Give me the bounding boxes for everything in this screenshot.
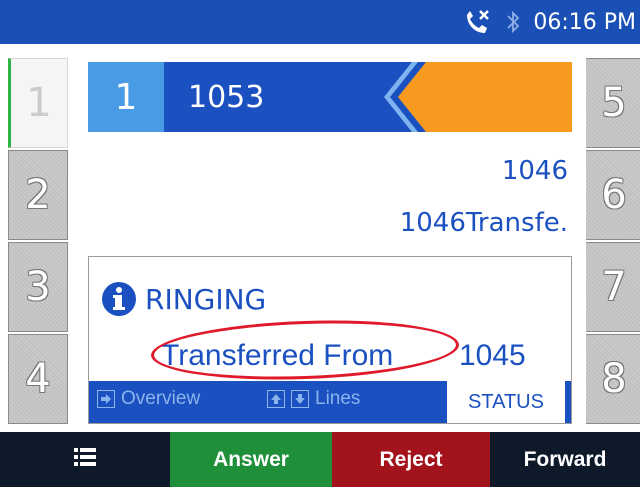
line-number: 1	[88, 62, 164, 132]
caller-number: 1046	[501, 156, 568, 186]
nav-strip: Overview Lines STATUS	[89, 381, 571, 423]
answer-button[interactable]: Answer	[170, 432, 332, 487]
arrow-right-icon	[97, 390, 115, 408]
line-key-7[interactable]: 7	[584, 242, 640, 332]
transfer-number: 1045	[459, 339, 526, 372]
line-key-4[interactable]: 4	[8, 334, 68, 424]
softkey-bar: Answer Reject Forward	[0, 432, 640, 487]
clock: 06:16 PM	[533, 9, 636, 35]
line-key-3[interactable]: 3	[8, 242, 68, 332]
line-key-8[interactable]: 8	[584, 334, 640, 424]
lines-nav[interactable]: Lines	[267, 381, 360, 417]
menu-icon	[74, 447, 96, 473]
call-status-card: RINGING Transferred From 1045 Overview L…	[88, 256, 572, 424]
caller-name: 1046Transfe.	[399, 208, 568, 238]
call-panel: 1 1053 1046 1046Transfe. RINGING Transfe…	[74, 50, 586, 430]
status-bar: 06:16 PM	[0, 0, 640, 44]
lines-label: Lines	[315, 388, 361, 409]
line-key-1[interactable]: 1	[8, 58, 68, 148]
missed-call-icon	[463, 9, 493, 35]
status-icons: 06:16 PM	[463, 0, 640, 44]
reject-button[interactable]: Reject	[332, 432, 490, 487]
bluetooth-icon	[505, 9, 521, 35]
call-state: RINGING	[145, 283, 267, 316]
forward-button[interactable]: Forward	[490, 432, 640, 487]
overview-label: Overview	[121, 388, 201, 409]
arrow-down-icon	[291, 390, 309, 408]
arrow-up-icon	[267, 390, 285, 408]
line-extension: 1053	[188, 79, 265, 115]
line-key-5[interactable]: 5	[584, 58, 640, 148]
menu-button[interactable]	[0, 432, 170, 487]
red-annotation-circle	[150, 315, 460, 385]
incoming-call-arrow-icon	[384, 62, 572, 132]
line-key-2[interactable]: 2	[8, 150, 68, 240]
overview-nav[interactable]: Overview	[97, 381, 200, 417]
tab-status[interactable]: STATUS	[447, 381, 565, 423]
active-line-header: 1 1053	[88, 62, 572, 132]
line-key-6[interactable]: 6	[584, 150, 640, 240]
info-icon	[101, 281, 137, 321]
